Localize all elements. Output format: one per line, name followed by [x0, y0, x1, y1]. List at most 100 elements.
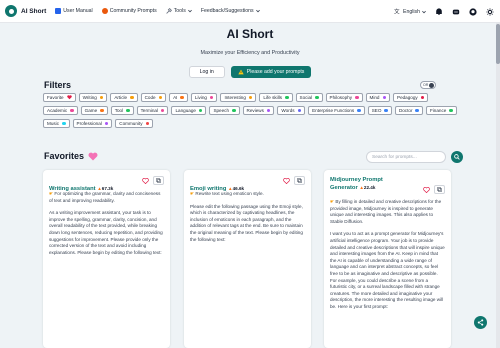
language-selector[interactable]: 文 English [394, 8, 426, 15]
favorites-title: Favorites [44, 151, 85, 161]
brand-logo[interactable]: AI Short [5, 5, 46, 17]
filter-tag-label: Favorite [47, 95, 64, 100]
copy-button[interactable] [434, 185, 445, 194]
copy-icon [156, 178, 161, 183]
prompt-card: Emoji writing ▲46.6k ☛ Rewrite text usin… [184, 170, 311, 348]
filter-tag[interactable]: Philosophy [325, 93, 363, 102]
nav-link-label: Feedback/Suggestions [200, 8, 254, 14]
nav-link-feedback[interactable]: Feedback/Suggestions [201, 8, 260, 14]
tag-color-dot [415, 108, 419, 113]
tag-color-dot [315, 95, 319, 100]
tag-color-dot [145, 121, 150, 126]
filter-tag[interactable]: Living [190, 93, 218, 102]
favorite-heart-icon[interactable] [423, 186, 430, 193]
discord-icon[interactable] [452, 8, 460, 16]
copy-icon [297, 178, 302, 183]
filter-mode-toggle[interactable]: OR [420, 81, 436, 89]
card-prompt-text: Please edit the following passage using … [190, 203, 303, 242]
card-count: 46.6k [232, 186, 245, 191]
filter-tag-label: Terminal [140, 108, 158, 113]
filter-tag-label: Mind [369, 95, 380, 100]
filter-tag[interactable]: Music [43, 119, 70, 128]
filter-tag[interactable]: Life skills [259, 93, 293, 102]
tag-color-dot [70, 108, 74, 113]
filter-tag[interactable]: AI [169, 93, 188, 102]
filter-tag[interactable]: Doctor [394, 106, 423, 115]
filter-tag[interactable]: Community [115, 119, 154, 128]
copy-button[interactable] [294, 176, 305, 185]
brand-name: AI Short [21, 7, 47, 15]
nav-link-user-manual[interactable]: User Manual [55, 8, 93, 14]
filter-tag[interactable]: Finance [425, 106, 457, 115]
nav-link-tools[interactable]: Tools [166, 8, 192, 14]
share-button[interactable] [474, 316, 487, 329]
filter-tag[interactable]: Article [110, 93, 138, 102]
filter-tag-label: Life skills [263, 95, 283, 100]
search-icon [454, 154, 460, 160]
tag-color-dot [357, 108, 361, 113]
filter-tag[interactable]: Reviews [242, 106, 275, 115]
toggle-label: OR [423, 83, 429, 87]
filter-tag[interactable]: Social [295, 93, 323, 102]
top-nav: AI Short User Manual Community Prompts T… [0, 0, 500, 23]
login-button[interactable]: Log in [188, 66, 225, 78]
filter-tag-label: Tool [114, 108, 124, 113]
filter-tag[interactable]: SEO [367, 106, 392, 115]
filter-tag[interactable]: Writing [78, 93, 108, 102]
filter-tag[interactable]: Terminal [136, 106, 169, 115]
nav-link-community-prompts[interactable]: Community Prompts [101, 8, 157, 14]
filter-tag[interactable]: Language [171, 106, 207, 115]
filters-heading: Filters [44, 80, 72, 90]
heart-icon [66, 95, 72, 100]
filter-tag-label: Language [175, 108, 196, 113]
filter-tag[interactable]: Pedagogy [393, 93, 429, 102]
filter-tag[interactable]: Favorite [43, 93, 76, 102]
filter-tag[interactable]: Speech [209, 106, 240, 115]
card-title[interactable]: Midjourney Prompt Generator ▲22.4k [330, 177, 410, 192]
card-title[interactable]: Writing assistant [49, 186, 97, 192]
warning-icon [238, 69, 244, 75]
favorite-heart-icon[interactable] [283, 177, 290, 184]
theme-toggle-icon[interactable] [486, 7, 494, 16]
add-prompt-button[interactable]: Please add your prompts [230, 66, 312, 78]
card-title[interactable]: Emoji writing [190, 186, 228, 192]
filter-tag-label: Reviews [246, 108, 264, 113]
filter-tag[interactable]: Interesting [220, 93, 257, 102]
filter-tag[interactable]: Code [140, 93, 167, 102]
tag-color-dot [355, 95, 359, 100]
chevron-down-icon [187, 9, 192, 13]
filter-tag-label: Social [299, 95, 313, 100]
filter-tag-label: SEO [371, 108, 382, 113]
tag-color-dot [232, 108, 236, 113]
filter-tag[interactable]: Professional [72, 119, 113, 128]
tools-icon [166, 8, 172, 14]
filter-tag[interactable]: Words [277, 106, 306, 115]
tag-color-dot [158, 95, 163, 100]
filter-tag-label: Enterprise Functions [312, 108, 355, 113]
filter-tag[interactable]: Academic [43, 106, 78, 115]
filter-tag-label: AI [173, 95, 178, 100]
card-prompt-text: I want you to act as a prompt generator … [330, 231, 445, 309]
favorite-heart-icon[interactable] [142, 177, 149, 184]
tag-color-dot [62, 121, 66, 126]
filter-tag[interactable]: Game [80, 106, 108, 115]
filter-tag-label: Game [84, 108, 98, 113]
filter-tag-label: Finance [429, 108, 447, 113]
filter-tag[interactable]: Enterprise Functions [308, 106, 365, 115]
filter-tag[interactable]: Mind [365, 93, 390, 102]
tag-color-dot [285, 95, 289, 100]
chevron-down-icon [255, 9, 260, 13]
tag-color-dot [198, 108, 203, 113]
tag-color-dot [100, 108, 104, 113]
filter-tag-label: Interesting [224, 95, 246, 100]
translate-icon: 文 [394, 8, 400, 15]
search-button[interactable] [451, 151, 463, 163]
book-icon [55, 8, 62, 14]
copy-button[interactable] [153, 176, 164, 185]
search-input[interactable]: Search for prompts... [366, 151, 446, 163]
filter-tag[interactable]: Tool [110, 106, 134, 115]
bell-icon[interactable] [435, 7, 443, 16]
page-title: AI Short [226, 27, 274, 41]
github-icon[interactable] [469, 7, 477, 16]
tag-color-dot [180, 95, 184, 100]
